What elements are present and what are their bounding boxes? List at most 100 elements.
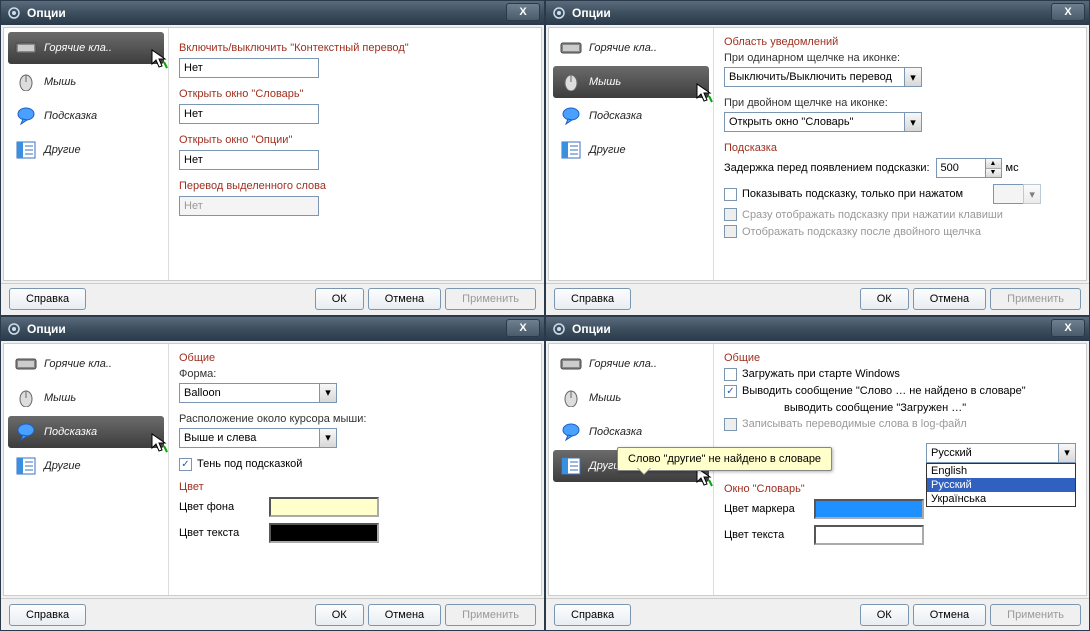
content-pane: Область уведомлений При одинарном щелчке…: [714, 28, 1086, 280]
chevron-down-icon[interactable]: ▾: [904, 67, 922, 87]
single-click-combo[interactable]: ▾: [724, 67, 922, 87]
sidebar-item-hint[interactable]: Подсказка: [8, 100, 164, 132]
field-label: Включить/выключить "Контекстный перевод": [179, 42, 531, 54]
apply-button[interactable]: Применить: [990, 288, 1081, 310]
spin-up-icon[interactable]: ▲: [986, 159, 1001, 169]
cancel-button[interactable]: Отмена: [368, 604, 441, 626]
list-icon: [559, 140, 583, 160]
titlebar[interactable]: Опции X: [546, 1, 1089, 25]
window-title: Опции: [572, 6, 611, 20]
chevron-down-icon[interactable]: ▾: [319, 428, 337, 448]
combo-input[interactable]: [724, 67, 904, 87]
checkbox-icon: [724, 418, 737, 431]
check-label: Загружать при старте Windows: [742, 368, 900, 380]
check-notfound[interactable]: ✓ Выводить сообщение "Слово … не найдено…: [724, 385, 1026, 398]
combo-input[interactable]: [179, 428, 319, 448]
apply-button[interactable]: Применить: [990, 604, 1081, 626]
help-button[interactable]: Справка: [9, 604, 86, 626]
check-label: Выводить сообщение "Слово … не найдено в…: [742, 385, 1026, 397]
check-autostart[interactable]: Загружать при старте Windows: [724, 368, 900, 381]
ok-button[interactable]: ОК: [860, 604, 909, 626]
hotkey-dict-input[interactable]: [179, 104, 319, 124]
check-label: Отображать подсказку после двойного щелч…: [742, 226, 981, 238]
cancel-button[interactable]: Отмена: [913, 288, 986, 310]
form-combo[interactable]: ▾: [179, 383, 337, 403]
balloon-icon: [559, 106, 583, 126]
titlebar[interactable]: Опции X: [1, 317, 544, 341]
help-button[interactable]: Справка: [554, 288, 631, 310]
combo-input: [993, 184, 1023, 204]
keyboard-icon: [14, 38, 38, 58]
sidebar-item-other[interactable]: Другие: [8, 134, 164, 166]
delay-input[interactable]: [936, 158, 986, 178]
sidebar-item-hotkeys[interactable]: Горячие кла..: [553, 32, 709, 64]
help-button[interactable]: Справка: [9, 288, 86, 310]
sidebar-item-other[interactable]: Другие: [8, 450, 164, 482]
sidebar-item-hint[interactable]: Подсказка: [553, 100, 709, 132]
bg-color-swatch[interactable]: [269, 497, 379, 517]
titlebar[interactable]: Опции X: [546, 317, 1089, 341]
dropdown-option[interactable]: English: [927, 464, 1075, 478]
dropdown-option[interactable]: Русский: [927, 478, 1075, 492]
field-label: Расположение около курсора мыши:: [179, 413, 531, 425]
sidebar-label: Горячие кла..: [44, 42, 112, 54]
dropdown-option[interactable]: Українська: [927, 492, 1075, 506]
checkbox-icon[interactable]: [724, 368, 737, 381]
text-color-swatch[interactable]: [269, 523, 379, 543]
marker-color-swatch[interactable]: [814, 499, 924, 519]
list-icon: [14, 140, 38, 160]
sidebar-item-hint[interactable]: Подсказка: [553, 416, 709, 448]
footer: Справка ОК Отмена Применить: [1, 598, 544, 630]
ok-button[interactable]: ОК: [315, 604, 364, 626]
position-combo[interactable]: ▾: [179, 428, 337, 448]
check-show-on-press[interactable]: Показывать подсказку, только при нажатом…: [724, 184, 1041, 204]
sidebar: Горячие кла.. Мышь Подсказка Другие: [4, 28, 169, 280]
apply-button[interactable]: Применить: [445, 604, 536, 626]
close-button[interactable]: X: [1051, 319, 1085, 337]
combo-input[interactable]: [724, 112, 904, 132]
checkbox-icon: [724, 225, 737, 238]
close-button[interactable]: X: [1051, 3, 1085, 21]
hotkey-options-input[interactable]: [179, 150, 319, 170]
sidebar-item-hotkeys[interactable]: Горячие кла..: [8, 32, 164, 64]
lang-dropdown[interactable]: English Русский Українська: [926, 463, 1076, 507]
check-shadow[interactable]: ✓ Тень под подсказкой: [179, 458, 302, 471]
sidebar-item-mouse[interactable]: Мышь: [8, 382, 164, 414]
chevron-down-icon[interactable]: ▾: [319, 383, 337, 403]
ok-button[interactable]: ОК: [315, 288, 364, 310]
chevron-down-icon[interactable]: ▾: [1058, 443, 1076, 463]
sidebar-item-mouse[interactable]: Мышь: [8, 66, 164, 98]
checkbox-icon[interactable]: [724, 188, 737, 201]
checkbox-icon[interactable]: ✓: [724, 385, 737, 398]
text-color-swatch[interactable]: [814, 525, 924, 545]
double-click-combo[interactable]: ▾: [724, 112, 922, 132]
close-button[interactable]: X: [506, 3, 540, 21]
check-loaded[interactable]: выводить сообщение "Загружен …": [724, 402, 966, 414]
lang-combo[interactable]: ▾ English Русский Українська: [926, 443, 1076, 463]
sidebar-item-hint[interactable]: Подсказка: [8, 416, 164, 448]
apply-button[interactable]: Применить: [445, 288, 536, 310]
ok-button[interactable]: ОК: [860, 288, 909, 310]
modifier-combo: ▾: [993, 184, 1041, 204]
help-button[interactable]: Справка: [554, 604, 631, 626]
sidebar-item-mouse[interactable]: Мышь: [553, 66, 709, 98]
sidebar-item-other[interactable]: Другие: [553, 134, 709, 166]
check-after-dbl: Отображать подсказку после двойного щелч…: [724, 225, 981, 238]
sidebar-label: Другие: [589, 144, 626, 156]
combo-input[interactable]: [926, 443, 1058, 463]
balloon-icon: [559, 422, 583, 442]
spin-buttons[interactable]: ▲▼: [986, 158, 1002, 178]
sidebar-label: Другие: [44, 144, 81, 156]
hotkey-toggle-input[interactable]: [179, 58, 319, 78]
spin-down-icon[interactable]: ▼: [986, 169, 1001, 178]
combo-input[interactable]: [179, 383, 319, 403]
cancel-button[interactable]: Отмена: [368, 288, 441, 310]
checkbox-icon[interactable]: ✓: [179, 458, 192, 471]
sidebar-item-hotkeys[interactable]: Горячие кла..: [553, 348, 709, 380]
chevron-down-icon[interactable]: ▾: [904, 112, 922, 132]
titlebar[interactable]: Опции X: [1, 1, 544, 25]
close-button[interactable]: X: [506, 319, 540, 337]
cancel-button[interactable]: Отмена: [913, 604, 986, 626]
sidebar-item-hotkeys[interactable]: Горячие кла..: [8, 348, 164, 380]
sidebar-item-mouse[interactable]: Мышь: [553, 382, 709, 414]
